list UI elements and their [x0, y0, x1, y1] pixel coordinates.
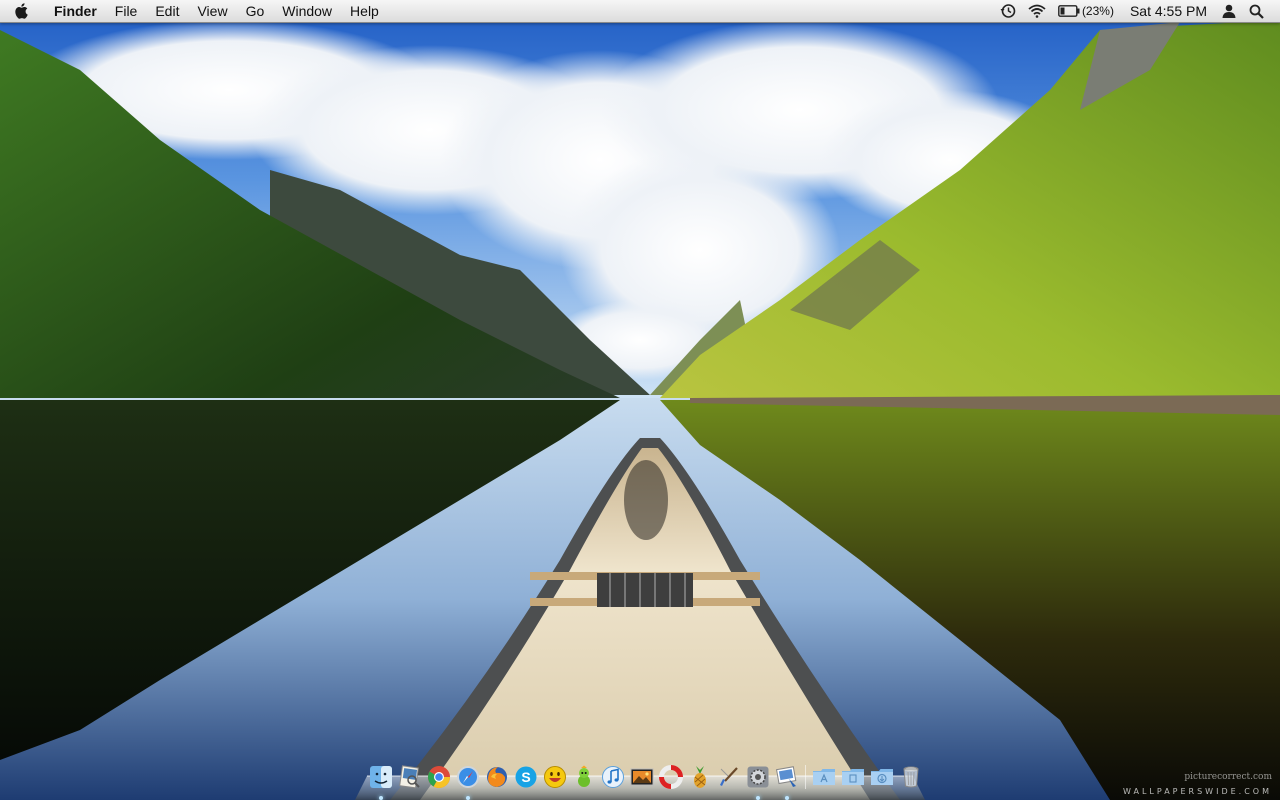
chrome-icon [427, 766, 450, 788]
dock-system-preferences[interactable] [744, 763, 772, 800]
dock-messenger[interactable] [541, 763, 569, 791]
messenger-smiley-icon [543, 766, 566, 788]
finder-icon [369, 766, 392, 788]
pineapple-icon [693, 766, 706, 788]
skype-icon: S [515, 766, 536, 788]
adium-icon [577, 765, 590, 787]
dock-pineapple[interactable] [686, 763, 714, 791]
svg-text:S: S [521, 769, 530, 785]
time-machine-menu[interactable] [994, 0, 1022, 22]
dock-skype[interactable]: S [512, 763, 540, 791]
dock-itunes[interactable] [599, 763, 627, 791]
wifi-menu[interactable] [1022, 0, 1052, 22]
firefox-icon [486, 767, 507, 787]
lifebuoy-icon [658, 765, 683, 789]
dock-brush[interactable] [715, 763, 743, 791]
dock-trash[interactable] [897, 763, 925, 791]
downloads-folder-icon [870, 769, 893, 785]
dock-downloads-stack[interactable] [868, 763, 896, 791]
dock-documents-stack[interactable] [839, 763, 867, 791]
app-menu-finder[interactable]: Finder [42, 0, 106, 22]
menu-bar: Finder File Edit View Go Window Help (23… [0, 0, 1280, 23]
dock: S [366, 762, 925, 800]
spotlight-search-icon [1249, 4, 1264, 19]
spotlight-button[interactable] [1243, 0, 1270, 22]
menu-edit[interactable]: Edit [146, 0, 188, 22]
menu-clock[interactable]: Sat 4:55 PM [1122, 0, 1215, 22]
desktop-wallpaper [0, 0, 1280, 800]
menu-go[interactable]: Go [237, 0, 274, 22]
menu-window[interactable]: Window [273, 0, 341, 22]
menu-file[interactable]: File [106, 0, 147, 22]
itunes-icon [601, 766, 624, 788]
battery-icon [1058, 5, 1080, 17]
dock-preview[interactable] [396, 763, 424, 791]
dock-lifebuoy[interactable] [657, 763, 685, 791]
user-icon [1222, 4, 1236, 18]
iphoto-icon [775, 766, 796, 787]
system-preferences-icon [747, 766, 768, 788]
user-menu[interactable] [1215, 0, 1243, 22]
trash-icon [902, 766, 919, 788]
battery-percentage[interactable]: (23%) [1080, 0, 1122, 22]
dock-finder[interactable] [367, 763, 395, 800]
dock-separator [801, 763, 809, 791]
menu-help[interactable]: Help [341, 0, 388, 22]
apple-logo-icon [15, 3, 28, 19]
running-indicator [784, 796, 789, 800]
time-machine-icon [1000, 4, 1016, 18]
documents-folder-icon [841, 769, 864, 785]
desktop: Finder File Edit View Go Window Help (23… [0, 0, 1280, 800]
dock-adium[interactable] [570, 763, 598, 791]
menu-view[interactable]: View [188, 0, 236, 22]
running-indicator [755, 796, 760, 800]
wallpaper-credit: picturecorrect.com [1184, 772, 1272, 782]
applications-folder-icon [812, 769, 835, 785]
preview-icon [398, 765, 420, 789]
photo-browser-icon [630, 768, 653, 786]
wifi-icon [1028, 4, 1046, 18]
dock-photo-browser[interactable] [628, 763, 656, 791]
dock-safari[interactable] [454, 763, 482, 800]
dock-applications-stack[interactable] [810, 763, 838, 791]
dock-iphoto[interactable] [773, 763, 801, 800]
apple-menu-button[interactable] [0, 0, 42, 22]
running-indicator [378, 796, 383, 800]
safari-icon [456, 766, 479, 788]
battery-menu[interactable] [1052, 0, 1080, 22]
dock-chrome[interactable] [425, 763, 453, 791]
wallpaper-watermark: WALLPAPERSWIDE.COM [1123, 787, 1272, 796]
brush-icon [719, 767, 738, 786]
dock-firefox[interactable] [483, 763, 511, 791]
running-indicator [465, 796, 470, 800]
